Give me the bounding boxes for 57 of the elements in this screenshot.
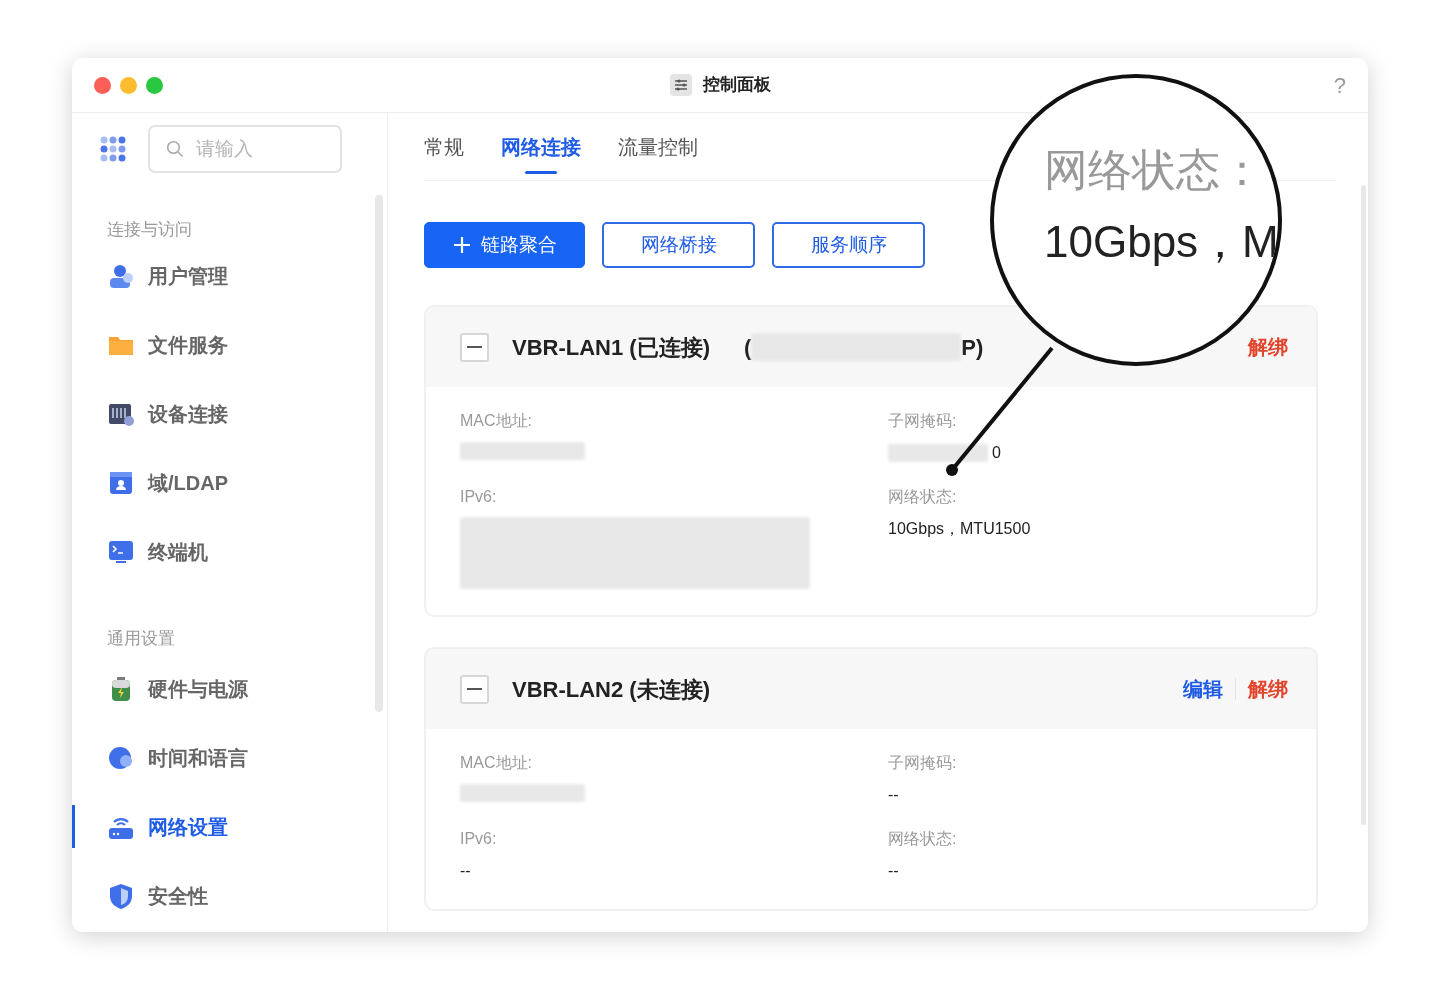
terminal-icon bbox=[108, 538, 134, 565]
field-value: -- bbox=[888, 785, 899, 805]
help-button[interactable]: ? bbox=[1333, 68, 1346, 102]
search-icon bbox=[166, 140, 184, 158]
globe-icon bbox=[108, 744, 134, 771]
field-label: 网络状态: bbox=[888, 829, 957, 849]
sidebar-item[interactable]: 用户管理 bbox=[72, 241, 387, 310]
field-value: 10Gbps，MTU1500 bbox=[888, 519, 1031, 539]
sidebar-item[interactable]: 文件服务 bbox=[72, 310, 387, 379]
sidebar-item[interactable]: 硬件与电源 bbox=[72, 654, 387, 723]
action-button[interactable]: 网络桥接 bbox=[602, 222, 755, 268]
magnified-value: 10Gbps，M bbox=[1044, 220, 1278, 264]
action-button[interactable]: 链路聚合 bbox=[424, 222, 585, 268]
control-panel-icon bbox=[669, 73, 693, 97]
magnified-label: 网络状态： bbox=[1044, 148, 1265, 192]
sidebar-item[interactable]: 网络设置 bbox=[72, 792, 387, 861]
collapse-toggle[interactable] bbox=[460, 332, 489, 362]
tab[interactable]: 常规 bbox=[424, 132, 464, 180]
ip-paren: P) bbox=[961, 333, 984, 362]
field-label: IPv6: bbox=[460, 829, 497, 849]
plus-icon bbox=[452, 236, 471, 254]
search-input[interactable]: 请输入 bbox=[194, 133, 324, 165]
ip-paren: ( bbox=[744, 333, 752, 362]
app-grid-icon[interactable] bbox=[100, 136, 126, 162]
sidebar-item[interactable]: 域/LDAP bbox=[72, 448, 387, 517]
field-value: 0 bbox=[992, 443, 1001, 463]
sidebar-item[interactable]: 时间和语言 bbox=[72, 723, 387, 792]
close-button[interactable] bbox=[94, 76, 111, 94]
sidebar-item[interactable]: 设备连接 bbox=[72, 379, 387, 448]
field-value: -- bbox=[460, 861, 471, 881]
collapse-toggle[interactable] bbox=[460, 674, 489, 704]
text-link[interactable]: 解绑 bbox=[1248, 335, 1288, 359]
search-field[interactable]: 请输入 bbox=[148, 125, 342, 173]
section-heading: 通用设置 bbox=[106, 628, 176, 650]
shield-icon bbox=[108, 882, 134, 909]
sidebar-item[interactable]: 终端机 bbox=[72, 517, 387, 586]
id-card-icon bbox=[108, 469, 134, 496]
field-label: MAC地址: bbox=[460, 753, 532, 773]
window-title: 控制面板 bbox=[703, 74, 771, 97]
sidebar-item[interactable]: 安全性 bbox=[72, 861, 387, 930]
field-label: 网络状态: bbox=[888, 487, 957, 507]
text-link[interactable]: 编辑 bbox=[1183, 677, 1223, 701]
user-icon bbox=[108, 262, 134, 289]
interface-name: VBR-LAN1 (已连接) bbox=[512, 333, 710, 362]
field-label: IPv6: bbox=[460, 487, 497, 507]
maximize-button[interactable] bbox=[146, 76, 163, 94]
field-label: 子网掩码: bbox=[888, 411, 957, 431]
text-link[interactable]: 解绑 bbox=[1248, 677, 1288, 701]
action-button[interactable]: 服务顺序 bbox=[772, 222, 925, 268]
tab[interactable]: 网络连接 bbox=[501, 132, 581, 180]
section-heading: 连接与访问 bbox=[106, 219, 193, 241]
tab[interactable]: 流量控制 bbox=[618, 132, 698, 180]
minimize-button[interactable] bbox=[120, 76, 137, 94]
field-label: MAC地址: bbox=[460, 411, 532, 431]
interface-name: VBR-LAN2 (未连接) bbox=[512, 675, 710, 704]
field-label: 子网掩码: bbox=[888, 753, 957, 773]
field-value: -- bbox=[888, 861, 899, 881]
